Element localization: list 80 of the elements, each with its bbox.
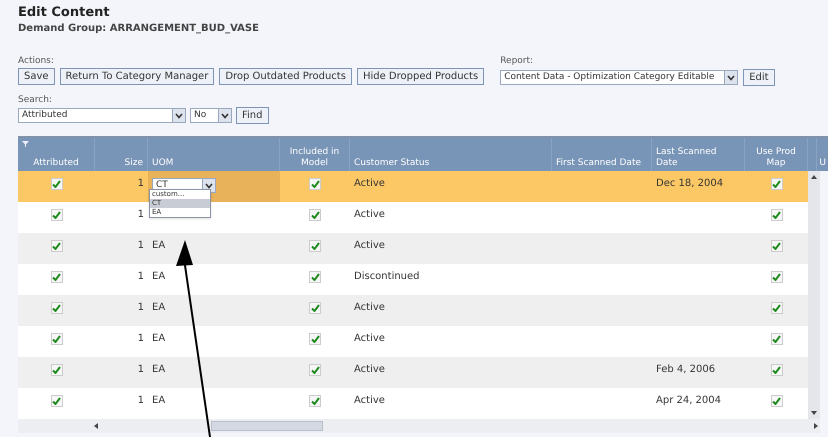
checkbox[interactable] (309, 209, 321, 221)
search-label: Search: (18, 95, 53, 106)
checkbox[interactable] (50, 364, 62, 376)
table-cell: Active (354, 333, 385, 345)
table-row[interactable]: 1 EA Active (18, 295, 808, 326)
table-cell: 1 (138, 395, 144, 407)
table-cell: EA (152, 364, 166, 376)
table-cell: 1 (138, 333, 144, 345)
checkbox[interactable] (770, 395, 782, 407)
table-row[interactable]: 1 EA Active Feb 4, 2006 (18, 357, 808, 388)
edit-button[interactable]: Edit (743, 69, 775, 86)
scroll-left-icon[interactable] (94, 423, 98, 429)
table-cell: Dec 18, 2004 (656, 178, 724, 190)
caret-icon[interactable] (175, 112, 183, 118)
action-button[interactable]: Hide Dropped Products (356, 68, 484, 85)
table-cell: 1 (138, 209, 144, 221)
demand-group-label: Demand Group: ARRANGEMENT_BUD_VASE (18, 22, 260, 36)
table-cell: EA (152, 395, 166, 407)
checkbox[interactable] (309, 302, 321, 314)
checkbox[interactable] (309, 364, 321, 376)
report-dropdown[interactable]: Content Data - Optimization Category Editable (500, 70, 738, 85)
table-cell: Feb 4, 2006 (656, 364, 716, 376)
table-cell: Active (354, 240, 385, 252)
table-cell: 1 (138, 364, 144, 376)
checkbox[interactable] (770, 271, 782, 283)
checkbox[interactable] (50, 302, 62, 314)
checkbox[interactable] (309, 240, 321, 252)
checkbox[interactable] (309, 271, 321, 283)
vertical-scrollbar[interactable] (808, 171, 820, 419)
table-cell: Active (354, 364, 385, 376)
checkbox[interactable] (770, 364, 782, 376)
scroll-up-icon[interactable] (811, 175, 817, 179)
search-field-dropdown[interactable]: Attributed (18, 108, 186, 123)
table-row[interactable]: 1 EA Active Apr 24, 2004 (18, 388, 808, 419)
table-cell: EA (152, 333, 166, 345)
action-button[interactable]: Return To Category Manager (60, 68, 214, 85)
caret-icon[interactable] (205, 182, 213, 188)
report-label: Report: (500, 56, 534, 67)
checkbox[interactable] (50, 240, 62, 252)
table-cell: EA (152, 271, 166, 283)
checkbox[interactable] (309, 395, 321, 407)
checkbox[interactable] (770, 178, 782, 190)
table-row[interactable]: 1 EA Discontinued (18, 264, 808, 295)
table-cell: 1 (138, 240, 144, 252)
checkbox[interactable] (309, 333, 321, 345)
checkbox[interactable] (770, 302, 782, 314)
checkbox[interactable] (770, 209, 782, 221)
table-cell: Active (354, 209, 385, 221)
checkbox[interactable] (50, 209, 62, 221)
checkbox[interactable] (50, 271, 62, 283)
scroll-down-icon[interactable] (811, 411, 817, 415)
table-cell: 1 (138, 302, 144, 314)
checkbox[interactable] (770, 240, 782, 252)
table-row[interactable]: 1 EA Active (18, 326, 808, 357)
table-cell: EA (152, 302, 166, 314)
caret-icon[interactable] (727, 74, 736, 80)
table-row[interactable]: 1 EA Active (18, 233, 808, 264)
checkbox[interactable] (50, 178, 62, 190)
page-title: Edit Content (18, 4, 111, 22)
table-cell: 1 (138, 178, 144, 190)
checkbox[interactable] (50, 333, 62, 345)
find-button[interactable]: Find (236, 107, 268, 124)
filter-icon[interactable] (22, 141, 29, 147)
table-cell: Active (354, 302, 385, 314)
table-cell: Apr 24, 2004 (656, 395, 722, 407)
operator-dropdown[interactable]: No (190, 108, 232, 123)
checkbox[interactable] (50, 395, 62, 407)
caret-icon[interactable] (221, 112, 229, 118)
checkbox[interactable] (309, 178, 321, 190)
table-cell: EA (152, 240, 166, 252)
action-button[interactable]: Drop Outdated Products (219, 68, 352, 85)
table-cell: 1 (138, 271, 144, 283)
action-button[interactable]: Save (18, 68, 55, 85)
table-cell: Active (354, 395, 385, 407)
horizontal-scrollbar[interactable] (18, 419, 820, 433)
table-cell: Active (354, 178, 385, 190)
scroll-right-icon[interactable] (814, 423, 818, 429)
checkbox[interactable] (770, 333, 782, 345)
actions-label: Actions: (18, 56, 55, 67)
table-cell: Discontinued (354, 271, 420, 283)
